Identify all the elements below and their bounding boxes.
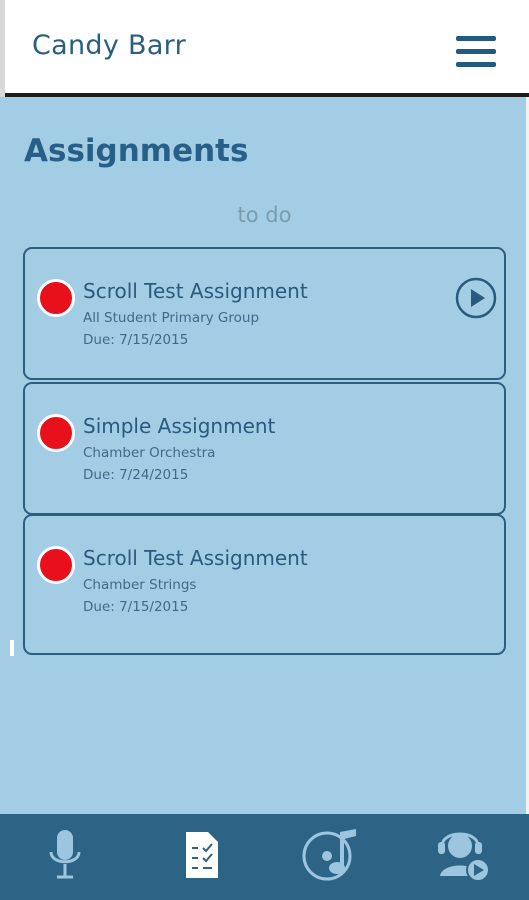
assignment-card[interactable]: Scroll Test Assignment Chamber Strings D… <box>23 514 506 655</box>
assignment-title: Scroll Test Assignment <box>83 546 308 570</box>
status-indicator <box>37 546 75 584</box>
assignment-group: All Student Primary Group <box>83 310 260 326</box>
assignment-group: Chamber Strings <box>83 577 197 593</box>
assignment-group: Chamber Orchestra <box>83 445 216 461</box>
microphone-icon[interactable] <box>0 814 132 900</box>
assignment-card[interactable]: Scroll Test Assignment All Student Prima… <box>23 247 506 380</box>
hamburger-menu-icon[interactable] <box>452 33 498 69</box>
page-title: Assignments <box>24 133 249 169</box>
music-disc-icon[interactable] <box>264 814 396 900</box>
assignment-title: Simple Assignment <box>83 414 276 438</box>
assignment-due-date: Due: 7/15/2015 <box>83 332 189 348</box>
play-icon[interactable] <box>455 277 497 319</box>
assignment-due-date: Due: 7/24/2015 <box>83 467 189 483</box>
assignment-due-date: Due: 7/15/2015 <box>83 599 189 615</box>
status-indicator <box>37 414 75 452</box>
section-label-todo: to do <box>237 203 292 227</box>
support-headset-icon[interactable] <box>396 814 528 900</box>
header-title: Candy Barr <box>32 30 187 61</box>
assignment-checklist-icon[interactable] <box>132 814 264 900</box>
scroll-indicator <box>10 640 14 656</box>
header-edge <box>0 0 5 97</box>
status-indicator <box>37 279 75 317</box>
assignment-card[interactable]: Simple Assignment Chamber Orchestra Due:… <box>23 382 506 515</box>
app-header: Candy Barr <box>0 0 529 97</box>
bottom-nav <box>0 814 529 900</box>
assignment-title: Scroll Test Assignment <box>83 279 308 303</box>
